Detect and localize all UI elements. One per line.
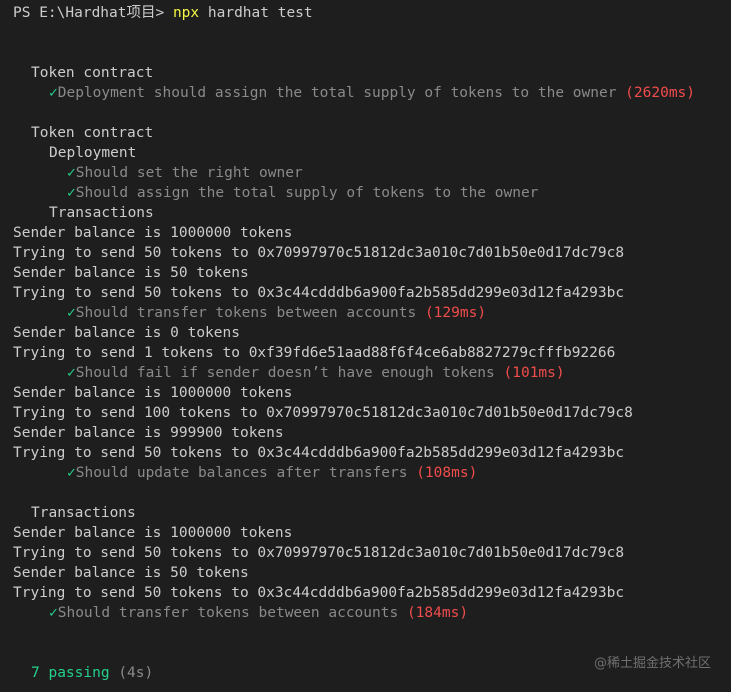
check-icon: ✓ [67, 365, 76, 381]
test-duration: (101ms) [503, 365, 565, 381]
console-log: Sender balance is 0 tokens [13, 325, 240, 341]
check-icon: ✓ [49, 85, 58, 101]
test-duration: (129ms) [424, 305, 487, 321]
suite-title: Transactions [31, 505, 136, 521]
test-name: Should assign the total supply of tokens… [75, 185, 539, 201]
console-log: Trying to send 50 tokens to 0x3c44cdddb6… [13, 445, 625, 461]
console-log: Trying to send 50 tokens to 0x70997970c5… [13, 545, 625, 561]
check-icon: ✓ [49, 605, 58, 621]
suite-title: Token contract [31, 125, 154, 141]
console-log: Trying to send 50 tokens to 0x70997970c5… [13, 245, 625, 261]
test-name: Should transfer tokens between accounts [57, 605, 399, 621]
console-log: Trying to send 50 tokens to 0x3c44cdddb6… [13, 285, 625, 301]
console-log: Trying to send 50 tokens to 0x3c44cdddb6… [13, 585, 625, 601]
test-duration: (108ms) [416, 465, 478, 481]
test-name: Should fail if sender doesn’t have enoug… [75, 365, 495, 381]
test-result-line: ✓Should assign the total supply of token… [13, 183, 731, 203]
test-name: Should set the right owner [75, 165, 303, 181]
test-name: Deployment should assign the total suppl… [57, 85, 617, 101]
passing-count: 7 passing [31, 665, 110, 681]
test-result-line: ✓Should update balances after transfers … [13, 463, 731, 483]
check-icon: ✓ [67, 185, 76, 201]
test-result-line: ✓Should transfer tokens between accounts… [13, 303, 731, 323]
terminal-output[interactable]: PS E:\Hardhat项目> npx hardhat test Token … [13, 3, 731, 683]
describe-title: Deployment [49, 145, 137, 161]
console-log: Sender balance is 50 tokens [13, 565, 249, 581]
total-time: (4s) [118, 665, 154, 681]
watermark: @稀土掘金技术社区 [593, 656, 711, 671]
test-result-line: ✓Should fail if sender doesn’t have enou… [13, 363, 731, 383]
console-log: Sender balance is 50 tokens [13, 265, 249, 281]
prompt-args: hardhat test [199, 5, 313, 21]
check-icon: ✓ [67, 305, 76, 321]
prompt-command: npx [172, 5, 200, 21]
console-log: Trying to send 100 tokens to 0x70997970c… [13, 405, 633, 421]
test-result-line: ✓Deployment should assign the total supp… [13, 83, 731, 103]
test-name: Should update balances after transfers [75, 465, 408, 481]
console-log: Trying to send 1 tokens to 0xf39fd6e51aa… [13, 345, 616, 361]
test-result-line: ✓Should set the right owner [13, 163, 731, 183]
prompt-path: PS E:\Hardhat项目> [13, 5, 173, 21]
prompt-line: PS E:\Hardhat项目> npx hardhat test [13, 3, 731, 23]
suite-title: Token contract [31, 65, 154, 81]
console-log: Sender balance is 1000000 tokens [13, 385, 293, 401]
console-log: Sender balance is 1000000 tokens [13, 525, 293, 541]
test-duration: (2620ms) [625, 85, 696, 101]
describe-title: Transactions [49, 205, 154, 221]
test-name: Should transfer tokens between accounts [75, 305, 417, 321]
check-icon: ✓ [67, 165, 76, 181]
console-log: Sender balance is 1000000 tokens [13, 225, 293, 241]
console-log: Sender balance is 999900 tokens [13, 425, 284, 441]
check-icon: ✓ [67, 465, 76, 481]
test-result-line: ✓Should transfer tokens between accounts… [13, 603, 731, 623]
test-duration: (184ms) [406, 605, 469, 621]
